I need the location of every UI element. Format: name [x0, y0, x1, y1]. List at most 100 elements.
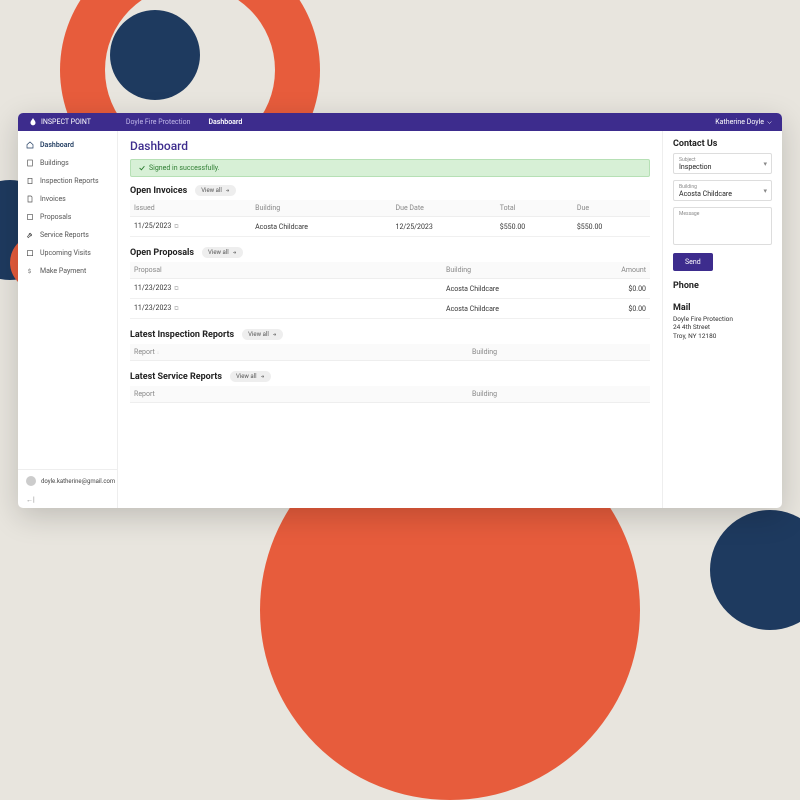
message-textarea[interactable]: Message	[673, 207, 772, 245]
external-icon: ⧉	[174, 305, 178, 312]
mailing-address: Doyle Fire Protection 24 4th Street Troy…	[673, 315, 772, 340]
section-title-latest-inspection: Latest Inspection Reports	[130, 330, 234, 340]
cell-total: $550.00	[496, 217, 573, 237]
viewall-service[interactable]: View all	[230, 371, 271, 382]
sidebar-item-label: Service Reports	[40, 231, 89, 239]
col-building[interactable]: Building	[468, 344, 650, 361]
col-amount[interactable]: Amount	[577, 262, 650, 279]
cell-amount: $0.00	[577, 279, 650, 299]
open-invoices-table: Issued Building Due Date Total Due 11/25…	[130, 200, 650, 237]
cell-due-date: 12/25/2023	[392, 217, 496, 237]
building-select[interactable]: Building Acosta Childcare ▾	[673, 180, 772, 201]
viewall-label: View all	[248, 331, 269, 338]
breadcrumb: Doyle Fire Protection Dashboard	[126, 118, 242, 126]
viewall-invoices[interactable]: View all	[195, 185, 236, 196]
arrow-right-icon	[272, 332, 277, 337]
svg-text:$: $	[28, 268, 31, 275]
sidebar: Dashboard Buildings Inspection Reports I…	[18, 131, 118, 508]
chevron-down-icon: ▾	[763, 160, 767, 168]
cell-due: $550.00	[573, 217, 650, 237]
home-icon	[26, 141, 34, 149]
user-menu[interactable]: Katherine Doyle	[715, 118, 772, 126]
sidebar-collapse-button[interactable]: ←|	[18, 492, 117, 508]
sidebar-item-invoices[interactable]: Invoices	[18, 190, 117, 208]
col-proposal[interactable]: Proposal	[130, 262, 442, 279]
proposal-date: 11/23/2023	[134, 304, 171, 312]
sidebar-item-upcoming-visits[interactable]: Upcoming Visits	[18, 244, 117, 262]
flash-message: Signed in successfully.	[130, 159, 650, 177]
section-title-latest-service: Latest Service Reports	[130, 372, 222, 382]
viewall-label: View all	[208, 249, 229, 256]
sidebar-item-label: Make Payment	[40, 267, 86, 275]
contact-panel: Contact Us Subject Inspection ▾ Building…	[662, 131, 782, 508]
clipboard-icon	[26, 177, 34, 185]
table-row[interactable]: 11/23/2023⧉ Acosta Childcare $0.00	[130, 279, 650, 299]
user-name: Katherine Doyle	[715, 118, 764, 126]
col-issued[interactable]: Issued	[130, 200, 251, 217]
sidebar-item-label: Proposals	[40, 213, 71, 221]
table-row[interactable]: 11/23/2023⧉ Acosta Childcare $0.00	[130, 299, 650, 319]
col-building[interactable]: Building	[251, 200, 391, 217]
col-total[interactable]: Total	[496, 200, 573, 217]
field-value: Acosta Childcare	[679, 190, 766, 198]
sidebar-item-label: Invoices	[40, 195, 66, 203]
table-row[interactable]: 11/25/2023⧉ Acosta Childcare 12/25/2023 …	[130, 217, 650, 237]
phone-title: Phone	[673, 281, 772, 291]
arrow-right-icon	[225, 188, 230, 193]
viewall-label: View all	[201, 187, 222, 194]
col-building[interactable]: Building	[442, 262, 577, 279]
arrow-right-icon	[232, 250, 237, 255]
sidebar-item-make-payment[interactable]: $ Make Payment	[18, 262, 117, 280]
sidebar-item-dashboard[interactable]: Dashboard	[18, 136, 117, 154]
flame-icon	[28, 117, 38, 127]
file-icon	[26, 195, 34, 203]
col-due-date[interactable]: Due Date	[392, 200, 496, 217]
email-text: doyle.katherine@gmail.com	[41, 478, 115, 485]
topbar: INSPECT POINT Doyle Fire Protection Dash…	[18, 113, 782, 131]
chevron-down-icon	[767, 120, 772, 125]
wrench-icon	[26, 231, 34, 239]
viewall-proposals[interactable]: View all	[202, 247, 243, 258]
sidebar-item-label: Inspection Reports	[40, 177, 99, 185]
cell-building: Acosta Childcare	[442, 279, 577, 299]
col-report[interactable]: Report	[130, 386, 468, 403]
sidebar-item-service-reports[interactable]: Service Reports	[18, 226, 117, 244]
proposal-date: 11/23/2023	[134, 284, 171, 292]
sidebar-item-label: Dashboard	[40, 141, 74, 149]
viewall-label: View all	[236, 373, 257, 380]
section-title-open-invoices: Open Invoices	[130, 186, 187, 196]
external-icon: ⧉	[174, 285, 178, 292]
open-proposals-table: Proposal Building Amount 11/23/2023⧉ Aco…	[130, 262, 650, 319]
breadcrumb-dashboard[interactable]: Dashboard	[208, 118, 242, 126]
col-report[interactable]: Report	[134, 348, 155, 356]
sidebar-item-label: Buildings	[40, 159, 69, 167]
col-building[interactable]: Building	[468, 386, 650, 403]
avatar	[26, 476, 36, 486]
send-button[interactable]: Send	[673, 253, 713, 271]
mail-title: Mail	[673, 303, 772, 313]
check-icon	[139, 165, 145, 171]
sidebar-item-inspection-reports[interactable]: Inspection Reports	[18, 172, 117, 190]
col-due[interactable]: Due	[573, 200, 650, 217]
field-label: Message	[679, 211, 766, 217]
address-line: 24 4th Street	[673, 323, 772, 331]
sidebar-user-email[interactable]: doyle.katherine@gmail.com	[18, 469, 117, 492]
address-line: Troy, NY 12180	[673, 332, 772, 340]
subject-select[interactable]: Subject Inspection ▾	[673, 153, 772, 174]
sidebar-item-proposals[interactable]: Proposals	[18, 208, 117, 226]
viewall-inspection[interactable]: View all	[242, 329, 283, 340]
sort-icon: ↓	[157, 350, 160, 356]
brand-logo: INSPECT POINT	[28, 117, 91, 127]
address-line: Doyle Fire Protection	[673, 315, 772, 323]
arrow-right-icon	[260, 374, 265, 379]
chevron-down-icon: ▾	[763, 187, 767, 195]
external-icon: ⧉	[174, 223, 178, 230]
building-icon	[26, 159, 34, 167]
sidebar-item-buildings[interactable]: Buildings	[18, 154, 117, 172]
doc-icon	[26, 213, 34, 221]
cell-amount: $0.00	[577, 299, 650, 319]
flash-text: Signed in successfully.	[149, 164, 220, 172]
sidebar-item-label: Upcoming Visits	[40, 249, 91, 257]
cell-building: Acosta Childcare	[251, 217, 391, 237]
breadcrumb-company[interactable]: Doyle Fire Protection	[126, 118, 191, 126]
